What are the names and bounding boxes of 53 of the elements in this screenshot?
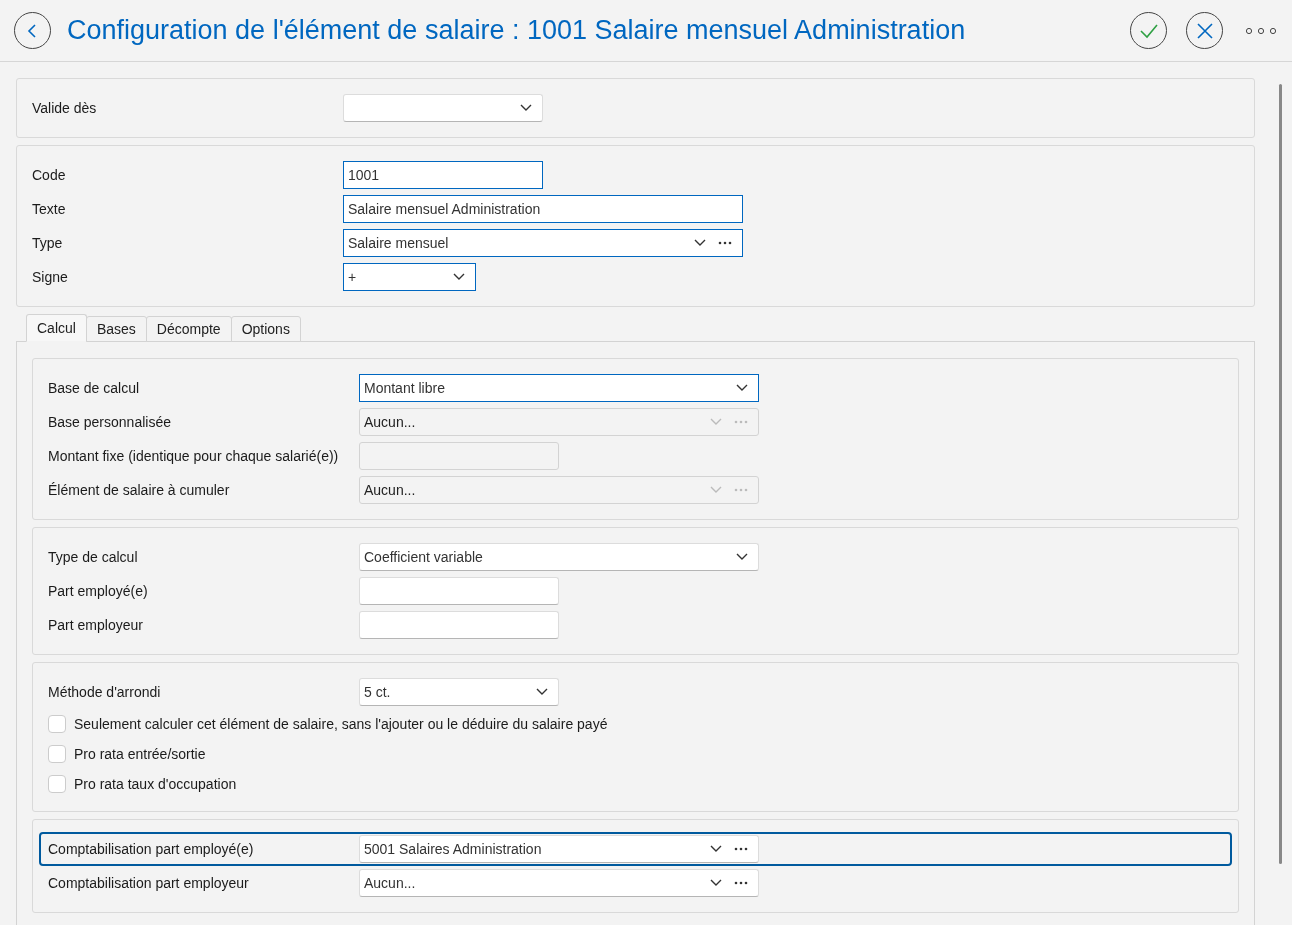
dropdown-field[interactable]: Salaire mensuel — [343, 229, 743, 257]
field-label: Code — [32, 167, 67, 183]
field-label: Part employé(e) — [48, 583, 149, 599]
tab[interactable]: Options — [230, 316, 301, 342]
close-icon — [1194, 20, 1215, 41]
checkbox-label: Seulement calculer cet élément de salaire, sans l'ajouter ou le déduire du salaire payé — [74, 716, 608, 732]
field-label: Texte — [32, 201, 67, 217]
ellipsis-icon[interactable] — [718, 241, 732, 245]
field-label: Comptabilisation part employé(e) — [48, 841, 255, 857]
checkbox-label: Pro rata entrée/sortie — [74, 746, 206, 762]
chevron-icon — [710, 845, 722, 853]
field-label: Signe — [32, 269, 69, 285]
checkbox[interactable] — [48, 745, 66, 763]
chevron-icon — [736, 553, 748, 561]
field-label: Comptabilisation part employeur — [48, 875, 250, 891]
field-label: Base de calcul — [48, 380, 141, 396]
dropdown-field[interactable]: Montant libre — [359, 374, 759, 402]
checkbox[interactable] — [48, 715, 66, 733]
field-label: Élément de salaire à cumuler — [48, 482, 231, 498]
tab[interactable]: Bases — [85, 316, 147, 342]
scrollbar[interactable] — [1279, 84, 1282, 864]
chevron-icon — [520, 104, 532, 112]
input-field[interactable]: 1001 — [343, 161, 543, 189]
chevron-icon — [694, 239, 706, 247]
dropdown-field[interactable]: + — [343, 263, 476, 291]
checkbox[interactable] — [48, 775, 66, 793]
ellipsis-icon[interactable] — [734, 847, 748, 851]
chevron-icon — [710, 486, 722, 494]
checkbox-label: Pro rata taux d'occupation — [74, 776, 237, 792]
chevron-icon — [710, 879, 722, 887]
field-label: Méthode d'arrondi — [48, 684, 162, 700]
tab[interactable]: Calcul — [26, 314, 87, 342]
chevron-icon — [736, 384, 748, 392]
dropdown-field[interactable]: 5 ct. — [359, 678, 559, 706]
field-label: Valide dès — [32, 100, 98, 116]
input-field[interactable]: Salaire mensuel Administration — [343, 195, 743, 223]
field-label: Base personnalisée — [48, 414, 172, 430]
dropdown-field[interactable]: Coefficient variable — [359, 543, 759, 571]
page-title: Configuration de l'élément de salaire : 1001 Salaire mensuel Administration — [67, 15, 967, 46]
dropdown-field[interactable]: Aucun... — [359, 869, 759, 897]
chevron-icon — [710, 418, 722, 426]
field-label: Type — [32, 235, 64, 251]
field-label: Montant fixe (identique pour chaque salarié(e)) — [48, 448, 340, 464]
chevron-icon — [536, 688, 548, 696]
field-label: Part employeur — [48, 617, 144, 633]
field-label: Type de calcul — [48, 549, 139, 565]
input-field[interactable] — [359, 577, 559, 605]
chevron-icon — [453, 273, 465, 281]
more-icon[interactable] — [1244, 25, 1278, 36]
dropdown-field[interactable]: 5001 Salaires Administration — [359, 835, 759, 863]
ellipsis-icon[interactable] — [734, 881, 748, 885]
dropdown-field[interactable] — [343, 94, 543, 122]
input-field[interactable] — [359, 611, 559, 639]
